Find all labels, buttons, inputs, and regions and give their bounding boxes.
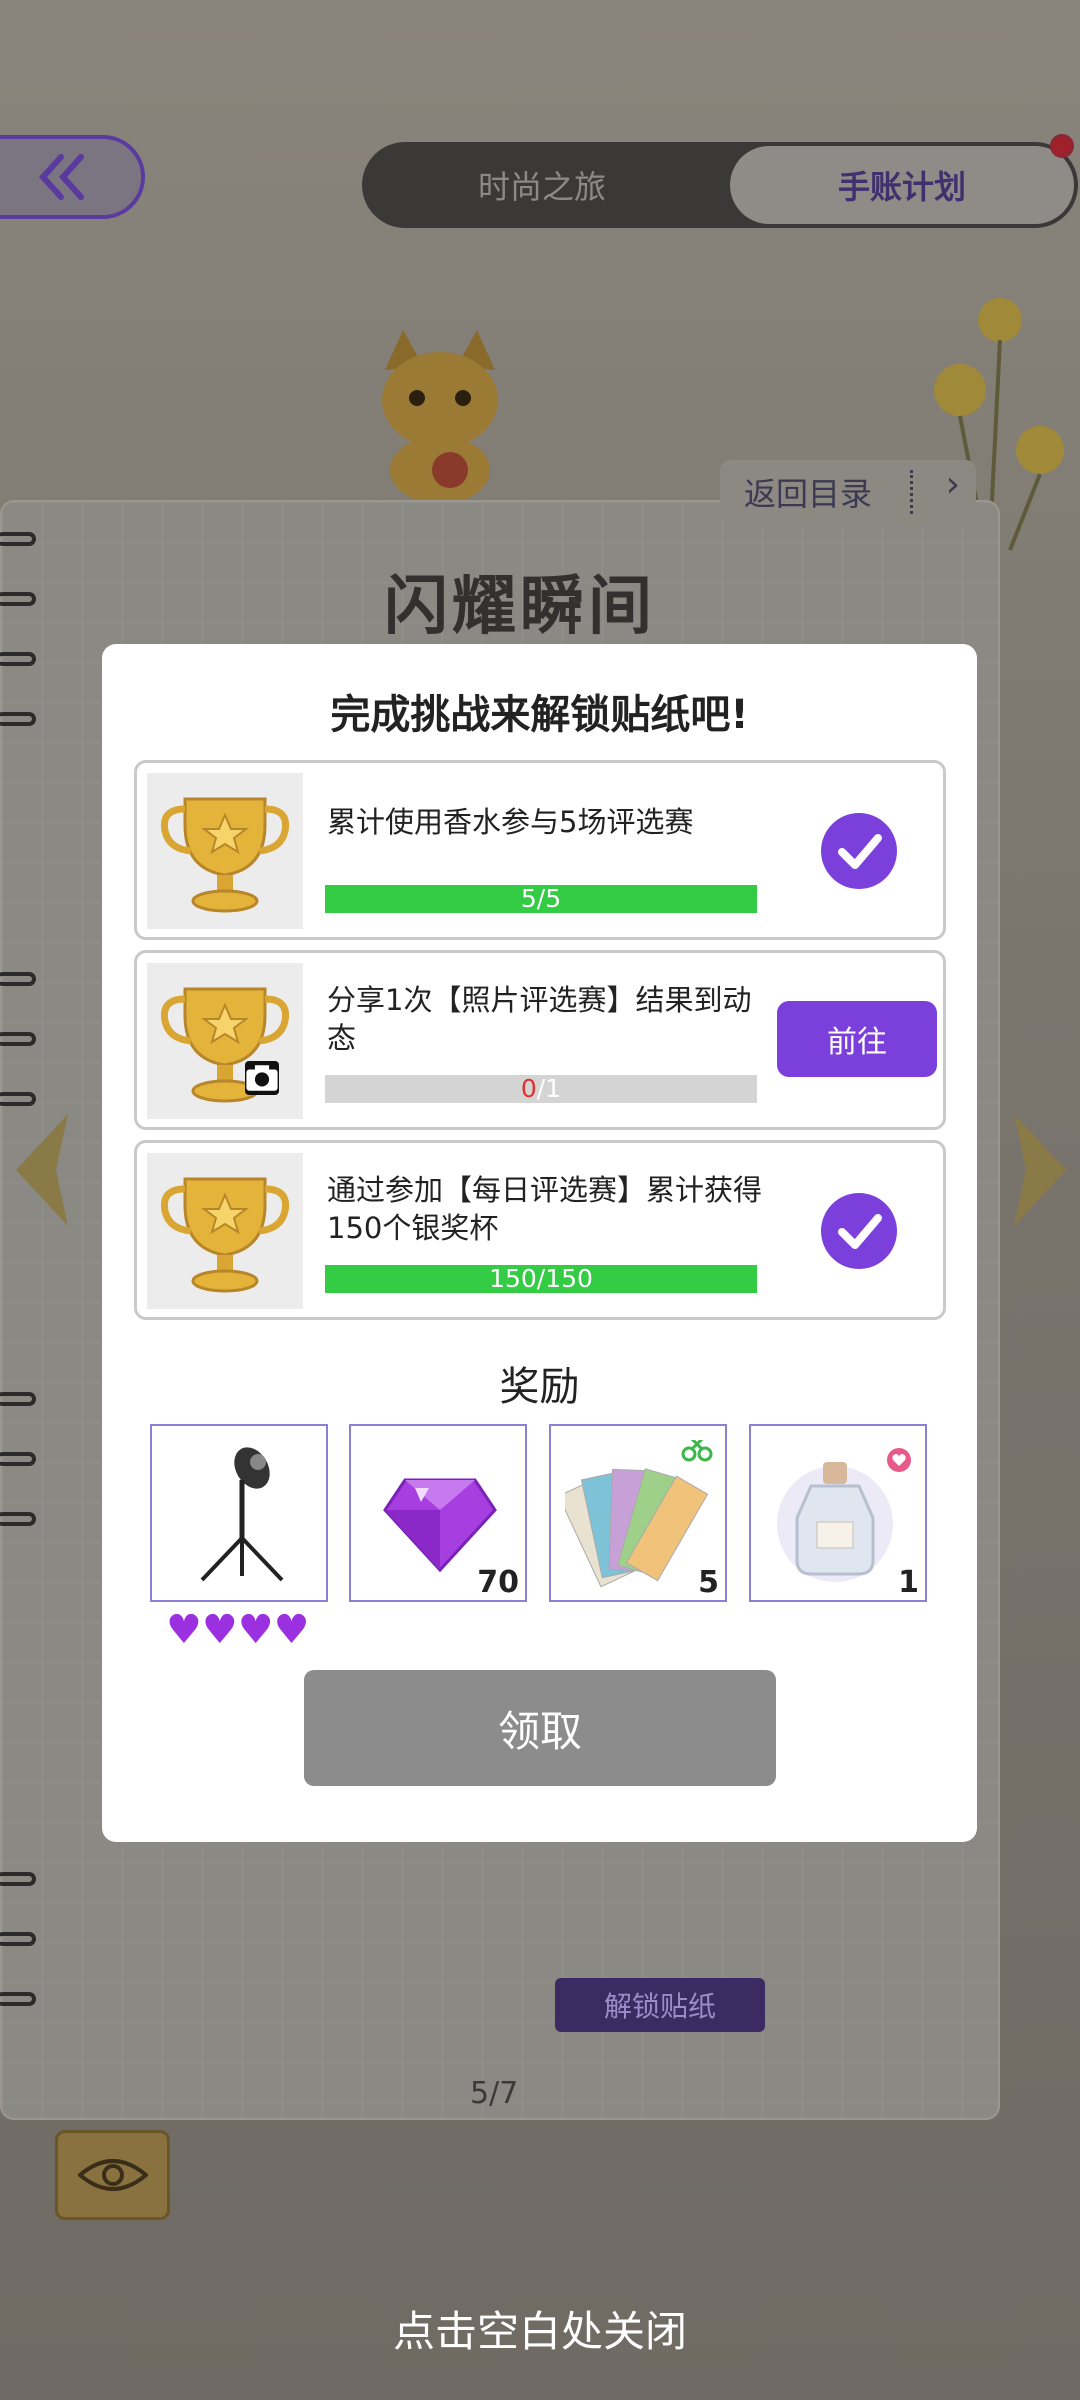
spiral-ring bbox=[0, 1452, 36, 1466]
task-description: 累计使用香水参与5场评选赛 bbox=[327, 805, 694, 839]
rating-hearts: ♥ ♥ ♥ ♥ bbox=[166, 1610, 309, 1650]
gold-trophy-icon bbox=[160, 1177, 290, 1293]
heart-icon: ♥ bbox=[237, 1607, 274, 1653]
page-number: 5/7 bbox=[470, 2076, 519, 2111]
checkmark-icon bbox=[838, 1214, 882, 1249]
spiral-ring bbox=[0, 1032, 36, 1046]
task-description: 通过参加【每日评选赛】累计获得150个银奖杯 bbox=[327, 1173, 763, 1245]
task-progress-bar: 150/150 bbox=[325, 1265, 757, 1293]
spiral-ring bbox=[0, 1092, 36, 1106]
claim-button[interactable]: 领取 bbox=[304, 1670, 776, 1786]
tab-bar: 时尚之旅 手账计划 bbox=[362, 134, 1078, 228]
progress-total: 150 bbox=[545, 1264, 593, 1293]
task-thumbnail bbox=[147, 1153, 303, 1309]
dialog-title: 完成挑战来解锁贴纸吧! bbox=[330, 692, 749, 738]
spiral-ring bbox=[0, 1992, 36, 2006]
reward-item-perfume[interactable]: 1 bbox=[749, 1424, 927, 1602]
reward-count: 1 bbox=[898, 1565, 919, 1600]
scissors-icon bbox=[681, 1440, 713, 1462]
task-progress-bar: 0/1 bbox=[325, 1075, 757, 1103]
color-swatch-icon bbox=[565, 1440, 713, 1588]
gold-trophy-icon bbox=[160, 987, 290, 1103]
task-thumbnail bbox=[147, 773, 303, 929]
spiral-ring bbox=[0, 1932, 36, 1946]
progress-label: 0/1 bbox=[520, 1074, 562, 1103]
spiral-ring bbox=[0, 1872, 36, 1886]
lucky-cat-icon bbox=[382, 330, 498, 500]
checkmark-icon bbox=[838, 834, 882, 869]
previous-page-arrow-icon[interactable] bbox=[12, 1110, 72, 1230]
gold-trophy-icon bbox=[160, 797, 290, 913]
unlock-sticker-tag[interactable]: 解锁贴纸 bbox=[555, 1978, 765, 2032]
reward-item-spotlight[interactable] bbox=[150, 1424, 328, 1602]
return-to-catalog-button[interactable]: 返回目录 › bbox=[720, 460, 976, 524]
camera-icon bbox=[245, 1061, 279, 1095]
heart-icon: ♥ bbox=[166, 1607, 202, 1653]
progress-current: 150 bbox=[489, 1264, 537, 1293]
progress-label: 5/5 bbox=[520, 884, 562, 913]
task-description: 分享1次【照片评选赛】结果到动态 bbox=[327, 983, 752, 1055]
task-thumbnail bbox=[147, 963, 303, 1119]
reward-count: 70 bbox=[477, 1565, 519, 1600]
task-card: 累计使用香水参与5场评选赛 5/5 bbox=[134, 760, 946, 940]
reward-item-diamond[interactable]: 70 bbox=[349, 1424, 527, 1602]
spiral-ring bbox=[0, 972, 36, 986]
divider bbox=[910, 470, 913, 514]
spiral-ring bbox=[0, 712, 36, 726]
notification-dot bbox=[1050, 134, 1074, 158]
tab-fashion-journey[interactable]: 时尚之旅 bbox=[362, 142, 722, 228]
next-page-arrow-icon[interactable] bbox=[1010, 1110, 1070, 1230]
spiral-ring bbox=[0, 532, 36, 546]
challenge-dialog: 完成挑战来解锁贴纸吧! 累计使用香水参与5场评选赛 5/5 分享1次【照片评选赛… bbox=[102, 644, 977, 1842]
progress-current: 0 bbox=[520, 1074, 537, 1103]
double-chevron-left-icon bbox=[38, 154, 84, 200]
chapter-title: 闪耀瞬间 bbox=[384, 570, 656, 644]
heart-perfume-icon bbox=[887, 1448, 911, 1472]
perfume-bottle-icon bbox=[777, 1448, 911, 1582]
heart-icon: ♥ bbox=[201, 1607, 238, 1653]
reward-count: 5 bbox=[698, 1565, 719, 1600]
view-toggle-button[interactable] bbox=[55, 2130, 170, 2220]
heart-icon: ♥ bbox=[273, 1607, 310, 1653]
spiral-ring bbox=[0, 1512, 36, 1526]
spiral-ring bbox=[0, 1392, 36, 1406]
task-progress-bar: 5/5 bbox=[325, 885, 757, 913]
tab-journal-plan[interactable]: 手账计划 bbox=[730, 146, 1074, 224]
task-card: 分享1次【照片评选赛】结果到动态 0/1 前往 bbox=[134, 950, 946, 1130]
catalog-label: 返回目录 bbox=[744, 475, 873, 513]
progress-total: 5 bbox=[545, 884, 562, 913]
spotlight-stand-icon bbox=[200, 1447, 284, 1582]
progress-total: 1 bbox=[545, 1074, 562, 1103]
progress-label: 150/150 bbox=[489, 1264, 593, 1293]
progress-current: 5 bbox=[520, 884, 537, 913]
eye-icon bbox=[77, 2159, 148, 2191]
go-button[interactable]: 前往 bbox=[777, 1001, 937, 1077]
completed-badge bbox=[821, 813, 897, 889]
spiral-ring bbox=[0, 652, 36, 666]
reward-item-swatch[interactable]: 5 bbox=[549, 1424, 727, 1602]
rewards-title: 奖励 bbox=[499, 1364, 580, 1410]
chevron-right-icon: › bbox=[945, 464, 960, 505]
task-card: 通过参加【每日评选赛】累计获得150个银奖杯 150/150 bbox=[134, 1140, 946, 1320]
back-button[interactable] bbox=[0, 135, 145, 219]
completed-badge bbox=[821, 1193, 897, 1269]
close-hint[interactable]: 点击空白处关闭 bbox=[0, 2298, 1080, 2359]
